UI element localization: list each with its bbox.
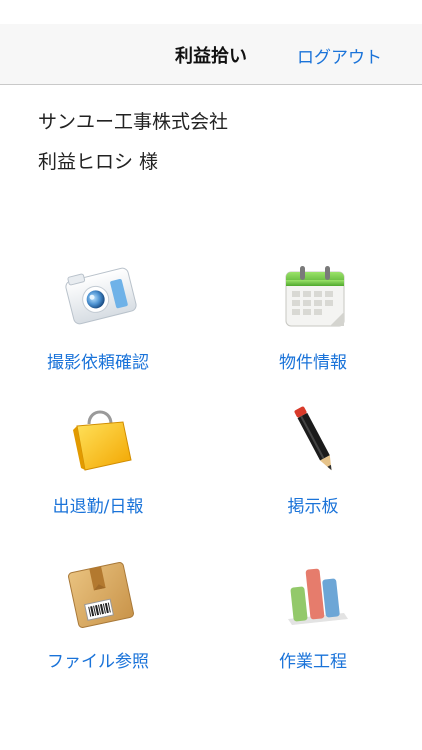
- menu-item-photo-request[interactable]: 撮影依頼確認: [18, 258, 178, 388]
- logout-button[interactable]: ログアウト: [297, 43, 382, 68]
- package-box-icon: [63, 557, 139, 633]
- menu-item-work-process[interactable]: 作業工程: [233, 557, 393, 687]
- status-bar: [0, 0, 422, 24]
- menu-label: 出退勤/日報: [52, 497, 144, 517]
- menu-label: 撮影依頼確認: [47, 353, 149, 373]
- calendar-icon: [278, 258, 354, 334]
- user-name: 利益ヒロシ 様: [38, 151, 159, 173]
- menu-item-file-reference[interactable]: ファイル参照: [18, 557, 178, 687]
- menu-label: 掲示板: [287, 497, 339, 517]
- menu-label: 物件情報: [279, 353, 347, 373]
- camera-icon: [63, 258, 139, 334]
- shopping-bag-icon: [63, 402, 139, 478]
- menu-item-attendance-report[interactable]: 出退勤/日報: [18, 402, 178, 532]
- menu-item-property-info[interactable]: 物件情報: [233, 258, 393, 388]
- pencil-icon: [278, 402, 354, 478]
- bar-chart-icon: [278, 557, 354, 633]
- navigation-bar: 利益拾い ログアウト: [0, 24, 422, 85]
- menu-item-bulletin-board[interactable]: 掲示板: [233, 402, 393, 532]
- menu-label: 作業工程: [279, 652, 347, 672]
- menu-label: ファイル参照: [47, 652, 149, 672]
- company-name: サンユー工事株式会社: [38, 111, 229, 133]
